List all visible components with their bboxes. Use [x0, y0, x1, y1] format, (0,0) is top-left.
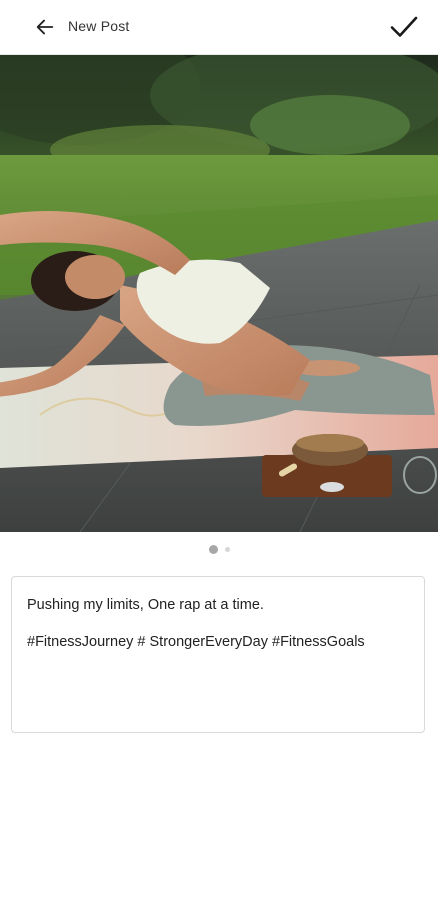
confirm-post-button[interactable] — [386, 10, 422, 44]
carousel-pager — [0, 543, 438, 555]
page-title: New Post — [68, 18, 130, 34]
pager-dot[interactable] — [224, 546, 230, 552]
post-media-carousel[interactable] — [0, 55, 438, 532]
arrow-left-icon — [36, 19, 54, 35]
caption-text: Pushing my limits, One rap at a time. — [27, 597, 264, 613]
caption-hashtags: #FitnessJourney # StrongerEveryDay #Fitn… — [27, 634, 365, 650]
top-app-bar: New Post — [0, 0, 438, 55]
caption-input[interactable]: Pushing my limits, One rap at a time. #F… — [11, 576, 425, 733]
pager-dot-active[interactable] — [208, 544, 218, 554]
back-button[interactable] — [30, 12, 60, 42]
post-photo — [0, 55, 438, 532]
check-icon — [390, 16, 418, 37]
